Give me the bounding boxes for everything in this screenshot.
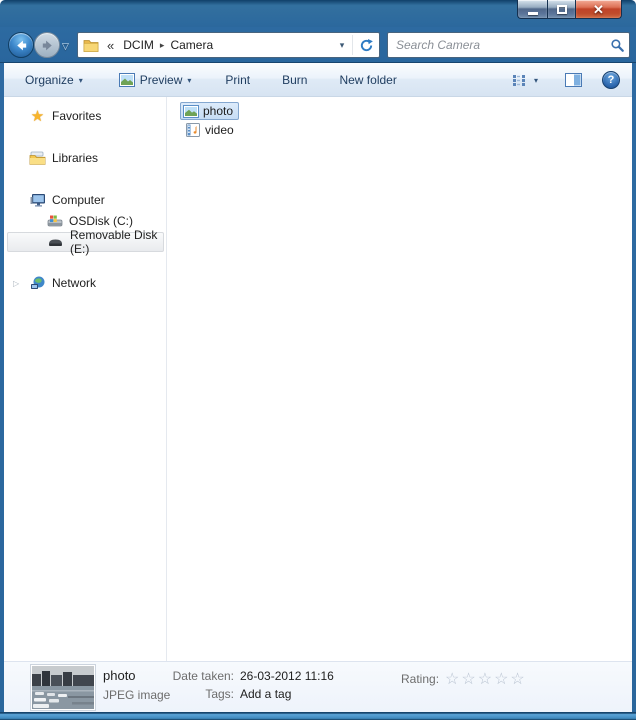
folder-icon — [83, 38, 99, 52]
computer-monitor-icon — [29, 193, 46, 207]
rating-row: Rating: ☆☆☆☆☆ — [401, 669, 527, 689]
sidebar-item-computer[interactable]: Computer — [4, 190, 166, 210]
back-button[interactable] — [8, 32, 34, 58]
photo-thumbnail[interactable] — [30, 664, 96, 711]
tags-row: Tags: Add a tag — [170, 687, 334, 701]
breadcrumb-segment-camera[interactable]: Camera — [165, 38, 218, 52]
help-button[interactable]: ? — [602, 71, 620, 89]
star-icon[interactable]: ☆ — [445, 671, 461, 688]
date-taken-value: 26-03-2012 11:16 — [240, 669, 334, 683]
date-taken-row: Date taken: 26-03-2012 11:16 — [170, 669, 334, 683]
navigation-bar: ▽ « DCIM ▸ Camera ▾ — [0, 27, 636, 63]
burn-label: Burn — [282, 73, 307, 87]
details-pane: photo JPEG image Date taken: 26-03-2012 … — [4, 661, 632, 712]
breadcrumb-segment-dcim[interactable]: DCIM — [118, 38, 159, 52]
explorer-body: ★ Favorites Libraries — [4, 97, 632, 661]
address-bar[interactable]: « DCIM ▸ Camera ▾ — [77, 32, 380, 58]
change-view-button[interactable]: ▾ — [505, 70, 545, 91]
sidebar-item-label: Computer — [52, 193, 105, 207]
new-folder-label: New folder — [339, 73, 396, 87]
rating-label: Rating: — [401, 672, 439, 686]
explorer-window: ✕ ▽ « DCIM ▸ Camera — [0, 0, 636, 720]
print-label: Print — [225, 73, 250, 87]
tags-add-field[interactable]: Add a tag — [240, 687, 291, 701]
tags-label: Tags: — [170, 687, 234, 701]
chevron-down-icon: ▾ — [79, 76, 83, 85]
sidebar-item-label: Favorites — [52, 109, 101, 123]
details-fields: Date taken: 26-03-2012 11:16 Tags: Add a… — [170, 669, 334, 705]
sidebar-item-network[interactable]: ▷ Network — [4, 273, 166, 293]
recent-pages-dropdown[interactable]: ▽ — [62, 41, 69, 52]
close-icon: ✕ — [593, 1, 604, 18]
close-button[interactable]: ✕ — [576, 0, 622, 19]
window-controls: ✕ — [517, 0, 622, 19]
minimize-button[interactable] — [517, 0, 547, 19]
sidebar-item-label: Libraries — [52, 151, 98, 165]
maximize-icon — [557, 5, 567, 14]
video-file-icon — [186, 123, 201, 137]
print-button[interactable]: Print — [218, 69, 257, 91]
image-file-icon — [183, 105, 199, 118]
sidebar-item-label: Network — [52, 276, 96, 290]
chevron-down-icon: ▾ — [187, 76, 191, 85]
search-input[interactable] — [388, 38, 605, 52]
star-icon[interactable]: ☆ — [478, 671, 494, 688]
sidebar-item-libraries[interactable]: Libraries — [4, 148, 166, 168]
file-item-video-target[interactable]: video — [183, 121, 239, 139]
views-icon — [512, 74, 527, 87]
file-item-photo: photo — [167, 97, 632, 119]
file-label: photo — [203, 104, 233, 118]
file-label: video — [205, 123, 234, 137]
help-icon: ? — [608, 74, 615, 86]
title-bar[interactable]: ✕ — [0, 0, 636, 27]
chevron-down-icon: ▾ — [534, 76, 538, 85]
refresh-button[interactable] — [353, 33, 379, 57]
minimize-icon — [528, 12, 538, 15]
date-taken-label: Date taken: — [170, 669, 234, 683]
expander-icon[interactable]: ▷ — [13, 279, 19, 288]
search-icon[interactable] — [605, 38, 629, 53]
sidebar-item-label: Removable Disk (E:) — [70, 228, 163, 256]
breadcrumb-overflow[interactable]: « — [107, 38, 114, 53]
forward-button[interactable] — [34, 32, 60, 58]
preview-pane-button[interactable] — [558, 69, 589, 91]
client-area: Organize ▾ Preview ▾ Print Burn New fold… — [4, 63, 632, 712]
sidebar-item-label: OSDisk (C:) — [69, 214, 133, 228]
rating-stars[interactable]: ☆☆☆☆☆ — [445, 669, 527, 689]
removable-drive-icon — [47, 237, 64, 247]
star-icon[interactable]: ☆ — [461, 671, 477, 688]
search-box — [387, 32, 630, 58]
refresh-icon — [359, 38, 374, 53]
selected-file-name: photo — [103, 668, 136, 683]
system-drive-icon — [46, 215, 63, 228]
burn-button[interactable]: Burn — [275, 69, 314, 91]
preview-image-icon — [119, 73, 135, 87]
thumbnail-image — [32, 666, 94, 709]
preview-pane-icon — [565, 73, 582, 87]
file-list[interactable]: photo video — [167, 97, 632, 661]
navigation-pane: ★ Favorites Libraries — [4, 97, 166, 661]
sidebar-item-removable-disk-e[interactable]: Removable Disk (E:) — [7, 232, 164, 252]
star-icon[interactable]: ☆ — [494, 671, 510, 688]
preview-button[interactable]: Preview ▾ — [112, 69, 199, 91]
network-icon — [29, 276, 46, 290]
maximize-button[interactable] — [547, 0, 576, 19]
address-dropdown-button[interactable]: ▾ — [332, 40, 352, 51]
star-icon: ★ — [29, 109, 46, 124]
preview-label: Preview — [140, 73, 183, 87]
organize-button[interactable]: Organize ▾ — [18, 69, 90, 91]
libraries-folder-icon — [29, 151, 46, 165]
forward-arrow-icon — [40, 38, 55, 53]
file-item-video: video — [167, 119, 632, 141]
toolbar-right-group: ▾ ? — [505, 63, 620, 97]
file-item-photo-selected[interactable]: photo — [180, 102, 239, 120]
new-folder-button[interactable]: New folder — [332, 69, 403, 91]
command-bar: Organize ▾ Preview ▾ Print Burn New fold… — [4, 63, 632, 97]
sidebar-item-favorites[interactable]: ★ Favorites — [4, 106, 166, 126]
organize-label: Organize — [25, 73, 74, 87]
star-icon[interactable]: ☆ — [510, 671, 526, 688]
back-arrow-icon — [14, 38, 29, 53]
window-bottom-frame — [0, 712, 636, 720]
selected-file-type: JPEG image — [103, 688, 170, 702]
